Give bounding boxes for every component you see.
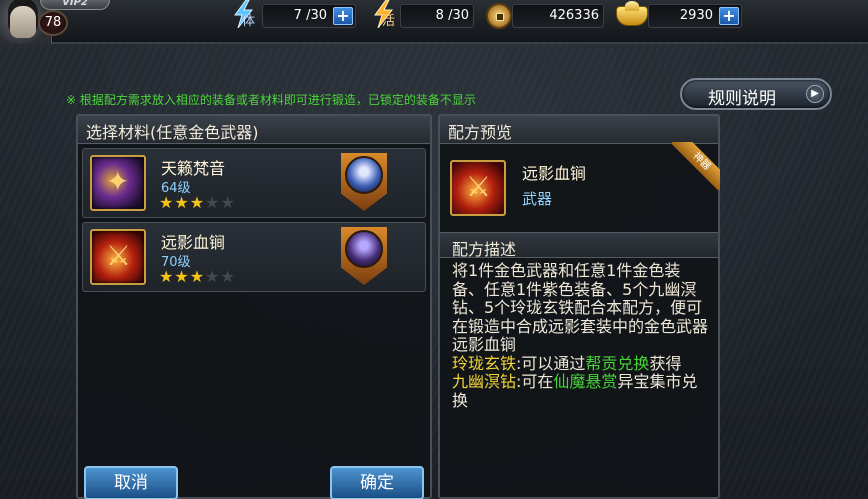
copper-coin-icon: [486, 3, 512, 29]
star-icon: ★: [189, 267, 206, 286]
add-stamina-button[interactable]: +: [333, 7, 353, 25]
hero-portrait-icon: [345, 156, 383, 194]
empty-star-icon: ★: [220, 193, 236, 212]
gold-counter: 2930 +: [648, 4, 742, 28]
mace-weapon-icon: ⚔: [90, 229, 146, 285]
vitality-label: 活: [382, 14, 396, 29]
preview-item-type: 武器: [522, 190, 553, 208]
star-icon: ★: [174, 267, 190, 286]
forging-hint: ※ 根据配方需求放入相应的装备或者材料即可进行锻造，已锁定的装备不显示: [66, 93, 476, 107]
panel-header: 选择材料(任意金色武器): [78, 116, 430, 144]
recipe-description: 将1件金色武器和任意1件金色装备、任意1件紫色装备、5个九幽溟钻、5个玲珑玄铁配…: [452, 261, 709, 410]
material-selection-panel: 选择材料(任意金色武器) ✦ 天籁梵音 64级 ★★★★★ ⚔ 远影血锏 70级…: [76, 114, 432, 499]
desc-text: :可在: [516, 372, 554, 391]
empty-star-icon: ★: [205, 193, 221, 212]
item-name: 远影血锏: [161, 233, 226, 252]
material-item[interactable]: ⚔ 远影血锏 70级 ★★★★★: [82, 222, 426, 292]
copper-value: 426336: [549, 8, 599, 23]
item-name: 天籁梵音: [161, 159, 226, 178]
vitality-value: 8 /30: [435, 8, 469, 23]
star-icon: ★: [189, 193, 206, 212]
rules-button-label: 规则说明: [708, 89, 776, 109]
material-panel-title: 选择材料(任意金色武器): [86, 123, 259, 142]
recipe-preview-panel: 配方预览 ⚔ 远影血锏 武器 神器 配方描述 将1件金色武器和任意1件金色装备、…: [438, 114, 720, 499]
preview-item-name: 远影血锏: [522, 164, 587, 183]
guild-exchange-link[interactable]: 帮贡兑换: [585, 354, 649, 373]
empty-star-icon: ★: [220, 267, 236, 286]
recipe-main-text: 将1件金色武器和任意1件金色装备、任意1件紫色装备、5个九幽溟钻、5个玲珑玄铁配…: [452, 261, 709, 354]
confirm-button[interactable]: 确定: [330, 466, 424, 499]
stamina-counter: 7 /30 +: [262, 4, 356, 28]
artifact-ribbon-label: 神器: [672, 142, 720, 190]
gold-value: 2930: [679, 8, 713, 23]
mace-weapon-icon[interactable]: ⚔: [450, 160, 506, 216]
stamina-value: 7 /30: [293, 8, 327, 23]
material-name: 九幽溟钻: [452, 372, 517, 391]
desc-text: :可以通过: [516, 353, 586, 373]
material-name: 玲珑玄铁: [452, 353, 517, 373]
gold-ingot-icon: [616, 1, 648, 26]
add-gold-button[interactable]: +: [719, 7, 739, 25]
artifact-ribbon: 神器: [672, 142, 720, 190]
equipped-hero-badge: [341, 153, 387, 211]
material-item[interactable]: ✦ 天籁梵音 64级 ★★★★★: [82, 148, 426, 218]
copper-counter: 426336: [512, 4, 604, 28]
cancel-button[interactable]: 取消: [84, 466, 178, 499]
star-icon: ★: [159, 267, 175, 286]
play-arrow-icon: ▶: [806, 85, 824, 103]
recipe-desc-header: 配方描述: [440, 232, 718, 259]
equipped-hero-badge: [341, 227, 387, 285]
star-rating: ★★★★★: [159, 193, 236, 212]
vitality-counter: 8 /30: [400, 4, 474, 28]
star-rating: ★★★★★: [159, 267, 236, 286]
avatar-portrait: [10, 6, 36, 38]
hero-portrait-icon: [345, 230, 383, 268]
player-level: 78: [38, 10, 68, 36]
top-resource-bar: VIP2 78 体 7 /30 + 活 8 /30 426336 2930 +: [0, 0, 868, 44]
panel-header: 配方预览: [440, 116, 718, 144]
star-icon: ★: [159, 193, 175, 212]
preview-panel-title: 配方预览: [448, 123, 513, 142]
staff-weapon-icon: ✦: [90, 155, 146, 211]
desc-text: 获得: [649, 353, 682, 373]
vip-badge: VIP2: [40, 0, 110, 10]
star-icon: ★: [174, 193, 190, 212]
bounty-link[interactable]: 仙魔悬赏: [553, 372, 617, 391]
stamina-label: 体: [242, 14, 256, 29]
rules-button[interactable]: 规则说明 ▶: [680, 78, 832, 110]
empty-star-icon: ★: [205, 267, 221, 286]
recipe-desc-title: 配方描述: [452, 240, 517, 259]
